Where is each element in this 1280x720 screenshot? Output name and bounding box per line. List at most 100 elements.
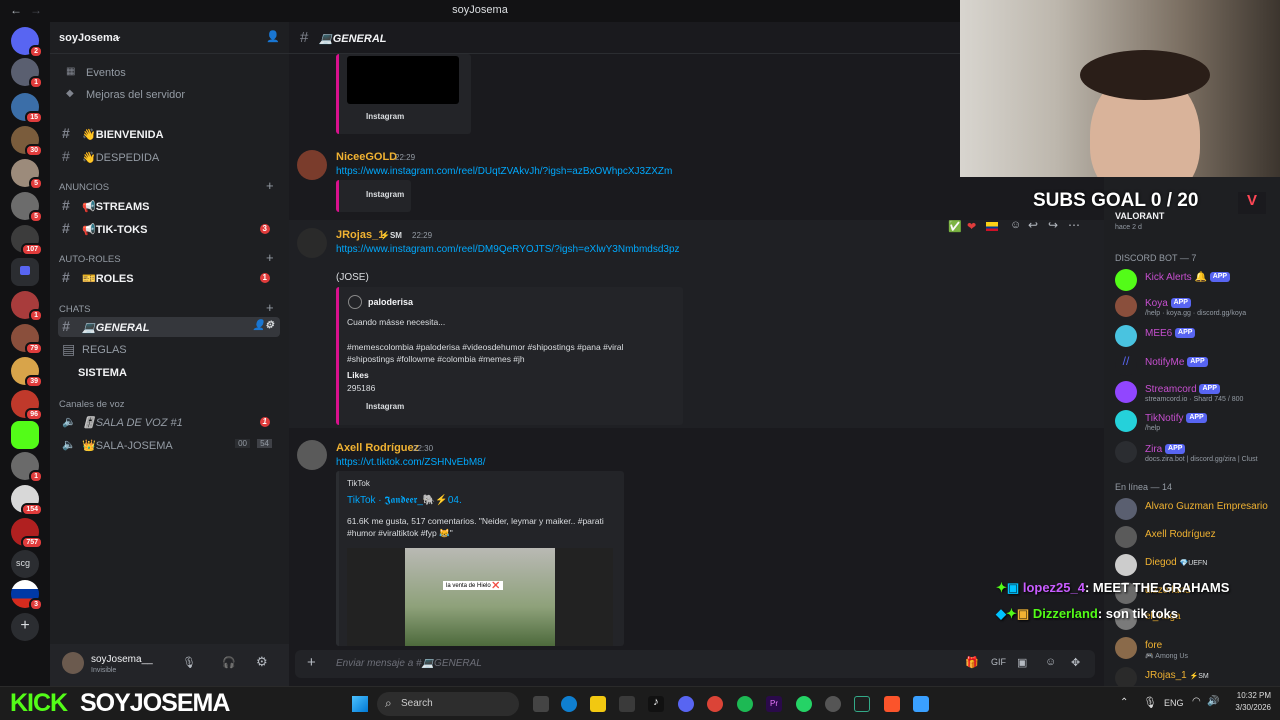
gif-icon[interactable]: GIF — [991, 657, 1006, 667]
add-server-icon[interactable]: + — [11, 613, 39, 641]
reply-icon[interactable]: ↩ — [1028, 218, 1038, 232]
member-bot[interactable]: //NotifyMe APP — [1115, 354, 1275, 378]
server-header[interactable]: soyJosema ⌄ 👤 — [50, 22, 289, 54]
message-input[interactable]: Enviar mensaje a #💻GENERAL — [336, 658, 482, 669]
message-link[interactable]: https://www.instagram.com/reel/DUqtZVAkv… — [336, 166, 672, 177]
category-anuncios[interactable]: ANUNCIOS — [59, 182, 109, 193]
member-online[interactable]: fore 🎮 Among Us — [1115, 637, 1275, 661]
emoji-icon[interactable]: ☺ — [1045, 656, 1056, 668]
server-icon[interactable]: 1 — [11, 58, 43, 89]
avatar[interactable] — [297, 150, 327, 180]
store-icon[interactable] — [619, 696, 635, 712]
check-reaction-icon[interactable]: ✅ — [948, 220, 962, 233]
brave-icon[interactable] — [884, 696, 900, 712]
channel-streams[interactable]: # 📢STREAMS — [58, 196, 280, 216]
gear-icon[interactable]: ⚙ — [256, 654, 268, 670]
terminal-icon[interactable] — [854, 696, 870, 712]
server-icon[interactable] — [11, 421, 39, 449]
embed-image[interactable] — [347, 56, 459, 104]
server-icon[interactable]: 15 — [11, 93, 43, 124]
microphone-icon[interactable]: 🎙 — [182, 656, 196, 669]
folder-icon[interactable] — [11, 258, 39, 286]
headphones-icon[interactable]: 🎧 — [222, 656, 236, 669]
wifi-icon[interactable]: ◠ — [1192, 696, 1201, 707]
server-icon[interactable]: 3 — [11, 580, 43, 611]
server-icon[interactable]: 1 — [11, 291, 43, 322]
whatsapp-icon[interactable] — [796, 696, 812, 712]
server-icon[interactable]: 107 — [11, 225, 43, 256]
avatar[interactable] — [297, 440, 327, 470]
server-icon[interactable]: 154 — [11, 485, 43, 516]
direct-messages-icon[interactable]: 2 — [11, 27, 43, 58]
search-box[interactable]: ⌕ Search — [377, 692, 519, 716]
member-bot[interactable]: MEE6 APP — [1115, 325, 1275, 349]
channel-general[interactable]: # 💻GENERAL 👤⚙ — [58, 317, 280, 337]
server-icon[interactable]: 1 — [11, 452, 43, 483]
voice-channel-sala-1[interactable]: 🔈 🎚️SALA DE VOZ #1 1 — [58, 412, 280, 432]
server-icon[interactable]: 79 — [11, 324, 43, 355]
forward-icon[interactable]: ↪ — [1048, 218, 1058, 232]
channel-roles[interactable]: # 🎫ROLES 1 — [58, 268, 280, 288]
notepad-icon[interactable] — [913, 696, 929, 712]
language-indicator[interactable]: ENG — [1164, 698, 1184, 708]
message-author[interactable]: Axell Rodríguez — [336, 442, 419, 454]
sticker-icon[interactable]: ▣ — [1017, 656, 1027, 669]
member-online[interactable]: Axell Rodríguez — [1115, 526, 1275, 550]
add-channel-icon[interactable]: + — [266, 300, 274, 315]
channel-bienvenida[interactable]: # 👋BIENVENIDA — [58, 124, 280, 144]
volume-icon[interactable]: 🔊 — [1207, 696, 1219, 707]
premiere-icon[interactable]: Pr — [766, 696, 782, 712]
add-attachment-icon[interactable]: + — [307, 654, 316, 671]
server-icon[interactable]: 5 — [11, 159, 43, 190]
member-bot[interactable]: Streamcord APP streamcord.io · Shard 745 … — [1115, 381, 1275, 405]
add-channel-icon[interactable]: + — [266, 178, 274, 193]
avatar[interactable] — [297, 228, 327, 258]
channel-sistema[interactable]: SISTEMA — [58, 363, 280, 383]
member-bot[interactable]: Zira APP docs.zira.bot | discord.gg/zira … — [1115, 441, 1275, 465]
embed-title[interactable]: TikTok · 𝕵𝖆𝖓𝖉𝖊𝖊𝖗_🐘⚡04. — [347, 495, 462, 506]
video-thumbnail[interactable]: la venta de Hielo ❌ — [347, 548, 613, 646]
message-author[interactable]: NiceeGOLD — [336, 151, 397, 163]
clock-time[interactable]: 10:32 PM — [1233, 691, 1271, 700]
chrome-icon[interactable] — [707, 696, 723, 712]
chevron-up-icon[interactable]: ⌃ — [1120, 697, 1128, 708]
member-bot[interactable]: Kick Alerts 🔔 APP — [1115, 269, 1275, 293]
server-icon[interactable]: 757 — [11, 518, 43, 549]
message-author[interactable]: JRojas_1 — [336, 229, 384, 241]
edge-icon[interactable] — [561, 696, 577, 712]
add-member-icon[interactable]: 👤 — [266, 30, 280, 43]
category-chats[interactable]: CHATS — [59, 304, 91, 315]
heart-reaction-icon[interactable]: ❤ — [967, 220, 976, 233]
channel-reglas[interactable]: ▤ REGLAS — [58, 340, 280, 360]
spotify-icon[interactable] — [737, 696, 753, 712]
category-voice[interactable]: Canales de voz — [59, 399, 124, 410]
message-link[interactable]: https://www.instagram.com/reel/DM9QeRYOJ… — [336, 244, 680, 255]
embed-author[interactable]: paloderisa — [368, 297, 413, 307]
gift-icon[interactable]: 🎁 — [965, 656, 979, 669]
discord-icon[interactable] — [678, 696, 694, 712]
avatar[interactable] — [62, 652, 84, 674]
channel-tik-toks[interactable]: # 📢TIK-TOKS 3 — [58, 219, 280, 239]
clock-date[interactable]: 3/30/2026 — [1225, 703, 1271, 712]
tiktok-icon[interactable]: ♪ — [648, 696, 664, 712]
add-channel-icon[interactable]: + — [266, 250, 274, 265]
member-bot[interactable]: TikNotify APP/help — [1115, 410, 1275, 434]
server-icon[interactable]: 5 — [11, 192, 43, 223]
mic-tray-icon[interactable]: 🎙 — [1143, 696, 1157, 709]
events-item[interactable]: ▦ Eventos — [58, 63, 280, 83]
windows-start-icon[interactable] — [352, 696, 368, 712]
member-online[interactable]: Alvaro Guzman Empresario — [1115, 498, 1275, 522]
channel-despedida[interactable]: # 👋DESPEDIDA — [58, 147, 280, 167]
more-icon[interactable]: ⋯ — [1068, 218, 1080, 232]
server-icon[interactable]: 39 — [11, 357, 43, 388]
obs-icon[interactable] — [825, 696, 841, 712]
server-boost-item[interactable]: ◆ Mejoras del servidor — [58, 85, 280, 105]
message-input-box[interactable]: + Enviar mensaje a #💻GENERAL 🎁 GIF ▣ ☺ ✥ — [295, 650, 1095, 678]
message-link[interactable]: https://vt.tiktok.com/ZSHNvEbM8/ — [336, 457, 485, 468]
member-bot[interactable]: Koya APP/help · koya.gg · discord.gg/koy… — [1115, 295, 1275, 319]
file-explorer-icon[interactable] — [590, 696, 606, 712]
voice-channel-sala-josema[interactable]: 🔈 👑SALA-JOSEMA 00 54 — [58, 435, 280, 455]
server-icon[interactable]: scg — [11, 550, 39, 578]
flag-reaction-icon[interactable] — [986, 222, 998, 231]
apps-icon[interactable]: ✥ — [1071, 656, 1080, 669]
